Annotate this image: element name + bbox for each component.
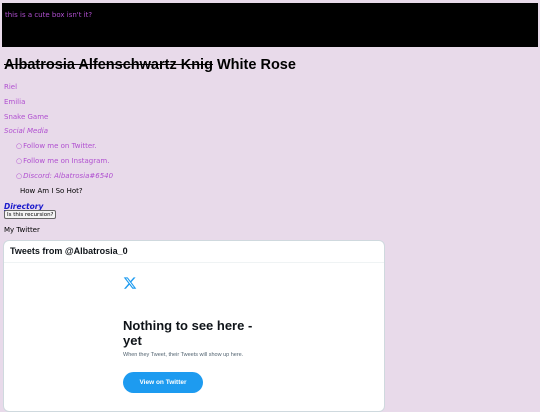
bullet-icon: ○ bbox=[16, 157, 23, 165]
x-logo-icon[interactable] bbox=[123, 276, 137, 290]
hot-text: How Am I So Hot? bbox=[20, 187, 83, 195]
bullet-icon: ○ bbox=[16, 172, 23, 180]
nav-link-riel[interactable]: Riel bbox=[4, 83, 17, 91]
my-twitter-label: My Twitter bbox=[4, 226, 40, 234]
cute-box: this is a cute box isn't it? bbox=[2, 3, 538, 47]
twitter-embed-header[interactable]: Tweets from @Albatrosia_0 bbox=[4, 241, 384, 263]
cute-box-text: this is a cute box isn't it? bbox=[5, 11, 93, 19]
social-item-discord[interactable]: ○Discord: Albatrosia#6540 bbox=[16, 172, 113, 180]
nav-link-emilia[interactable]: Emilia bbox=[4, 98, 25, 106]
recursion-button[interactable]: Is this recursion? bbox=[4, 210, 57, 219]
social-item-twitter[interactable]: ○Follow me on Twitter. bbox=[16, 142, 97, 150]
empty-heading: Nothing to see here - yet bbox=[123, 318, 253, 348]
twitter-embed: Tweets from @Albatrosia_0 Nothing to see… bbox=[3, 240, 385, 412]
social-discord-label: Discord: Albatrosia#6540 bbox=[23, 172, 114, 180]
page-title-rest: White Rose bbox=[212, 57, 296, 73]
social-item-instagram[interactable]: ○Follow me on Instagram. bbox=[16, 157, 109, 165]
nav-social-media[interactable]: Social Media bbox=[4, 127, 48, 135]
empty-description: When they Tweet, their Tweets will show … bbox=[123, 352, 244, 358]
view-on-twitter-button[interactable]: View on Twitter bbox=[123, 372, 203, 393]
page-title: Albatrosia Alfenschwartz Knig White Rose bbox=[4, 57, 296, 73]
nav-link-snake-game[interactable]: Snake Game bbox=[4, 113, 48, 121]
page-title-struck: Albatrosia Alfenschwartz Knig bbox=[4, 57, 213, 73]
social-instagram-label: Follow me on Instagram. bbox=[23, 157, 110, 165]
social-twitter-label: Follow me on Twitter. bbox=[23, 142, 97, 150]
bullet-icon: ○ bbox=[16, 142, 23, 150]
